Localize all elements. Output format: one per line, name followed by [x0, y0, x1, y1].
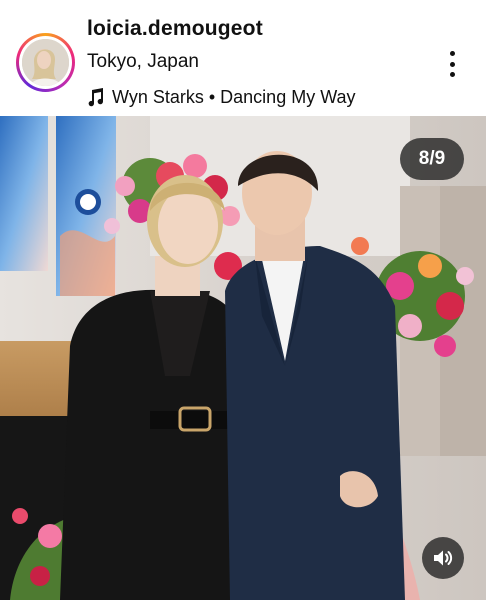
- avatar[interactable]: [16, 33, 75, 92]
- sound-toggle-button[interactable]: [422, 537, 464, 579]
- avatar-illustration: [22, 39, 69, 86]
- carousel-counter: 8/9: [400, 138, 464, 180]
- more-options-button[interactable]: [440, 49, 464, 79]
- photo-illustration: [0, 116, 486, 600]
- music-note-icon: [88, 88, 104, 107]
- speaker-icon: [434, 550, 453, 566]
- music-label: Wyn Starks • Dancing My Way: [112, 87, 356, 107]
- location-link[interactable]: Tokyo, Japan: [87, 51, 199, 73]
- post-header: loicia.demougeot Tokyo, Japan Wyn Starks…: [0, 0, 486, 116]
- username[interactable]: loicia.demougeot: [87, 17, 263, 41]
- music-attribution[interactable]: Wyn Starks • Dancing My Way: [87, 87, 356, 108]
- post-photo[interactable]: [0, 116, 486, 600]
- avatar-border: [19, 36, 72, 89]
- avatar-image: [22, 39, 69, 86]
- more-vertical-icon: [449, 51, 455, 56]
